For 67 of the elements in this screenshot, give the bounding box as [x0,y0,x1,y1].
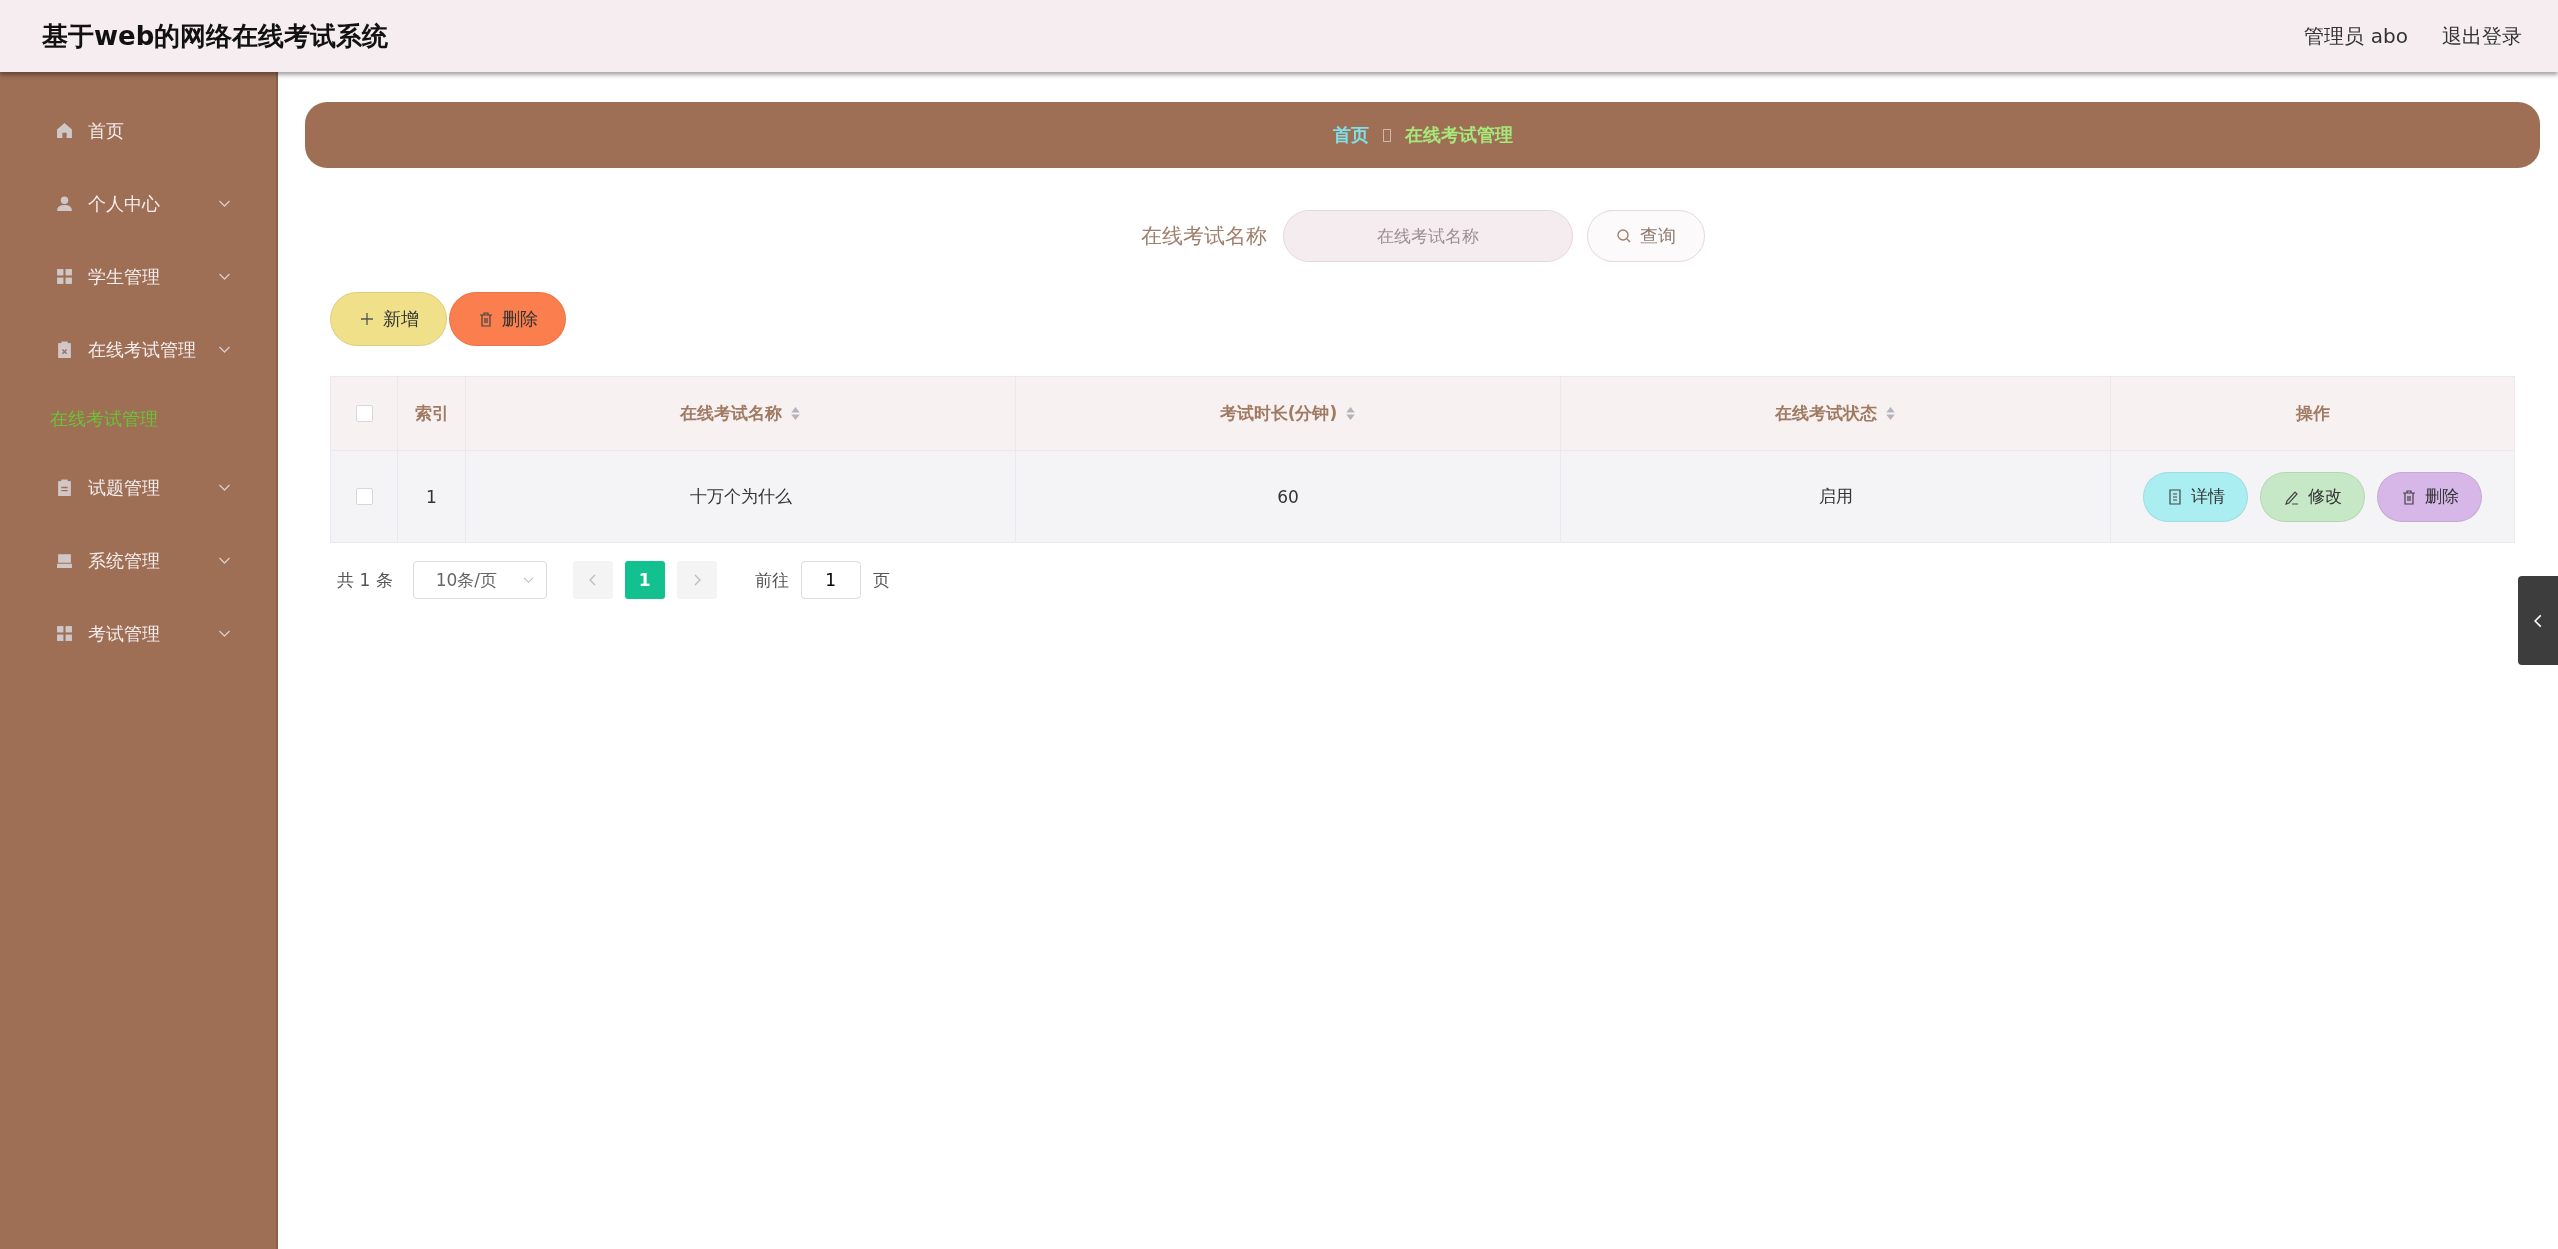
page-button[interactable]: 1 [624,561,665,599]
chevron-down-icon [522,576,534,584]
submenu-item[interactable]: 在线考试管理 [0,386,158,451]
column-header: 索引 [414,402,449,425]
next-page-button[interactable] [676,561,717,599]
user-icon [56,195,73,212]
chevron-left-icon [2533,613,2543,628]
search-icon [1615,228,1632,244]
chevron-down-icon [218,272,231,281]
column-header: 操作 [2295,402,2330,425]
row-checkbox[interactable] [355,488,373,505]
total-count: 共 1 条 [337,568,393,592]
previous-page-button[interactable] [572,561,613,599]
table-cell: 十万个为什么 [689,485,792,508]
chevron-left-icon [588,574,597,586]
table-cell: 60 [1277,486,1299,507]
separator-icon [1382,128,1391,142]
clipboard-icon [56,341,73,358]
search-button[interactable]: 查询 [1586,210,1705,262]
menu-item[interactable]: 系统管理 [0,524,276,597]
chevron-down-icon [218,483,231,492]
menu-item[interactable]: 个人中心 [0,167,276,240]
page-size-select[interactable]: 10条/页 [412,561,547,599]
menu-item[interactable]: 考试管理 [0,597,276,670]
grid-icon [56,625,73,642]
chevron-right-icon [692,574,701,586]
table-cell: 启用 [1818,485,1853,508]
trash-icon [477,311,494,327]
goto-page-field[interactable]: 1 [800,561,861,599]
chevron-down-icon [218,345,231,354]
search-field[interactable]: 在线考试名称 [1282,210,1573,262]
menu-item[interactable]: 首页 [0,94,276,167]
table-cell: 1 [426,486,437,507]
breadcrumb-link[interactable]: 在线考试管理 [1404,123,1513,147]
chevron-down-icon [218,199,231,208]
column-header: 在线考试名称 [680,402,782,425]
column-header: 考试时长(分钟) [1219,402,1338,425]
sort-icon[interactable] [1885,406,1896,421]
column-header: 在线考试状态 [1775,402,1877,425]
sort-icon[interactable] [790,406,801,421]
chevron-down-icon [218,629,231,638]
trash-icon [2400,488,2417,505]
plus-icon [358,311,375,327]
user-label: 管理员 abo [2304,22,2408,50]
document-icon [2166,488,2183,505]
page-unit-label: 页 [872,568,890,592]
menu-item[interactable]: 学生管理 [0,240,276,313]
document-icon [56,479,73,496]
logout-link[interactable]: 退出登录 [2442,22,2522,50]
breadcrumb-link[interactable]: 首页 [1332,123,1369,147]
menu-item[interactable]: 试题管理 [0,451,276,524]
grid-icon [56,268,73,285]
search-label: 在线考试名称 [1140,223,1267,250]
edit-button[interactable]: 修改 [2260,471,2365,522]
delete-button[interactable]: 删除 [449,292,566,346]
home-icon [56,122,73,139]
delete-button[interactable]: 删除 [2377,471,2482,522]
detail-button[interactable]: 详情 [2143,471,2248,522]
tray-icon [56,552,73,569]
sort-icon[interactable] [1345,406,1357,421]
goto-label: 前往 [754,568,789,592]
chevron-down-icon [218,556,231,565]
side-panel-toggle[interactable] [2518,576,2558,665]
menu-item[interactable]: 在线考试管理 [0,313,276,386]
app-title: 基于web的网络在线考试系统 [42,19,389,53]
add-button[interactable]: 新增 [330,292,447,346]
select-all-checkbox[interactable] [355,405,373,422]
